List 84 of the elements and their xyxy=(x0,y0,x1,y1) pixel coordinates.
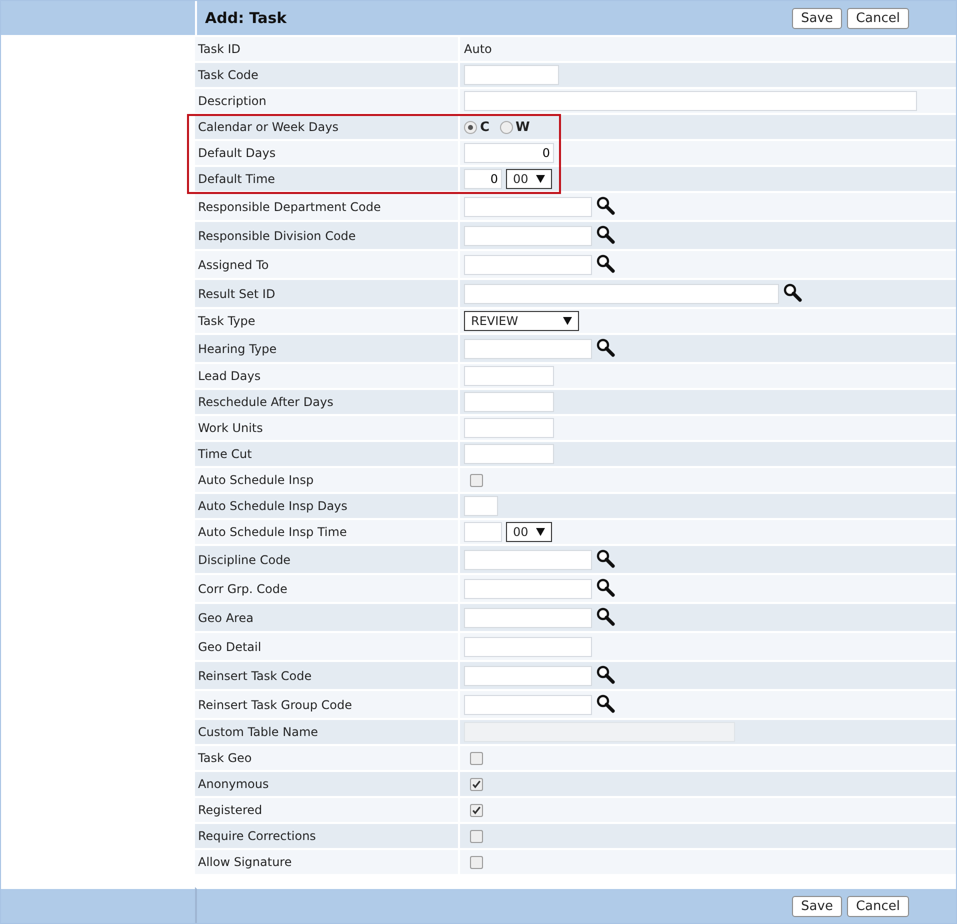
field-label: Discipline Code xyxy=(198,552,291,566)
input-field[interactable] xyxy=(464,338,592,358)
field-label: Auto Schedule Insp xyxy=(198,473,314,487)
field-label: Reinsert Task Group Code xyxy=(198,698,352,712)
input-field[interactable] xyxy=(464,550,592,570)
checkbox[interactable] xyxy=(470,830,483,842)
input-field[interactable] xyxy=(464,578,592,598)
checkbox[interactable] xyxy=(470,856,483,868)
search-icon[interactable] xyxy=(596,549,616,568)
field-label: Calendar or Week Days xyxy=(198,120,339,134)
input-field[interactable] xyxy=(464,666,592,686)
input-field[interactable]: 0 xyxy=(464,169,502,189)
field-label: Registered xyxy=(198,803,262,817)
field-value: Auto xyxy=(464,42,492,56)
dropdown[interactable]: 00 xyxy=(506,169,552,189)
input-field[interactable] xyxy=(464,444,554,464)
radio-label: C xyxy=(480,120,490,134)
radio-button[interactable] xyxy=(464,120,477,134)
checkbox[interactable] xyxy=(470,752,483,764)
search-icon[interactable] xyxy=(596,665,616,684)
form-title: Add: Task xyxy=(205,9,287,27)
field-label: Time Cut xyxy=(198,447,252,461)
input-field[interactable] xyxy=(464,226,592,246)
dropdown[interactable]: 00 xyxy=(506,522,552,542)
input-field[interactable] xyxy=(464,694,592,714)
caret-icon xyxy=(563,317,572,325)
input-field[interactable] xyxy=(464,522,502,542)
field-label: Result Set ID xyxy=(198,286,276,300)
field-label: Task Type xyxy=(198,314,256,328)
input-field[interactable] xyxy=(464,418,554,438)
input-field[interactable] xyxy=(464,392,554,412)
field-label: Responsible Department Code xyxy=(198,200,381,214)
field-label: Task Geo xyxy=(198,751,252,765)
cancel-button[interactable]: Cancel xyxy=(846,896,909,916)
search-icon[interactable] xyxy=(596,607,616,626)
input-field[interactable] xyxy=(464,65,559,85)
field-label: Geo Detail xyxy=(198,640,262,654)
dropdown[interactable]: REVIEW xyxy=(464,311,579,331)
input-field[interactable] xyxy=(464,196,592,216)
field-label: Default Time xyxy=(198,172,276,186)
field-label: Description xyxy=(198,94,266,108)
input-field[interactable] xyxy=(464,254,592,274)
field-label: Require Corrections xyxy=(198,829,316,843)
input-field[interactable] xyxy=(464,496,498,516)
field-label: Assigned To xyxy=(198,258,269,272)
field-label: Geo Area xyxy=(198,610,254,624)
input-field[interactable] xyxy=(464,608,592,628)
checkbox[interactable] xyxy=(470,804,483,816)
search-icon[interactable] xyxy=(596,196,616,215)
radio-label: W xyxy=(516,120,530,134)
cancel-button[interactable]: Cancel xyxy=(846,8,909,28)
field-label: Hearing Type xyxy=(198,342,277,356)
field-label: Corr Grp. Code xyxy=(198,582,288,596)
radio-button[interactable] xyxy=(500,120,513,134)
field-label: Auto Schedule Insp Days xyxy=(198,499,348,513)
input-field[interactable] xyxy=(464,366,554,386)
input-field[interactable] xyxy=(464,284,779,304)
field-label: Anonymous xyxy=(198,777,269,791)
field-label: Default Days xyxy=(198,146,276,160)
field-label: Auto Schedule Insp Time xyxy=(198,525,347,539)
caret-icon xyxy=(536,175,545,183)
field-label: Task Code xyxy=(198,68,258,82)
save-button[interactable]: Save xyxy=(792,8,842,28)
checkbox[interactable] xyxy=(470,778,483,790)
field-label: Reschedule After Days xyxy=(198,395,334,409)
field-label: Lead Days xyxy=(198,369,261,383)
caret-icon xyxy=(536,528,545,536)
field-label: Allow Signature xyxy=(198,855,292,869)
field-label: Task ID xyxy=(198,42,240,56)
search-icon[interactable] xyxy=(596,254,616,273)
input-field[interactable] xyxy=(464,91,917,111)
input-field[interactable] xyxy=(464,636,592,656)
input-field[interactable]: 0 xyxy=(464,143,554,163)
field-label: Reinsert Task Code xyxy=(198,668,312,682)
field-label: Responsible Division Code xyxy=(198,228,356,242)
search-icon[interactable] xyxy=(783,283,803,302)
field-label: Work Units xyxy=(198,421,263,435)
save-button[interactable]: Save xyxy=(792,896,842,916)
search-icon[interactable] xyxy=(596,338,616,357)
field-label: Custom Table Name xyxy=(198,725,318,739)
search-icon[interactable] xyxy=(596,225,616,244)
search-icon[interactable] xyxy=(596,578,616,597)
checkbox[interactable] xyxy=(470,474,483,486)
search-icon[interactable] xyxy=(596,694,616,713)
